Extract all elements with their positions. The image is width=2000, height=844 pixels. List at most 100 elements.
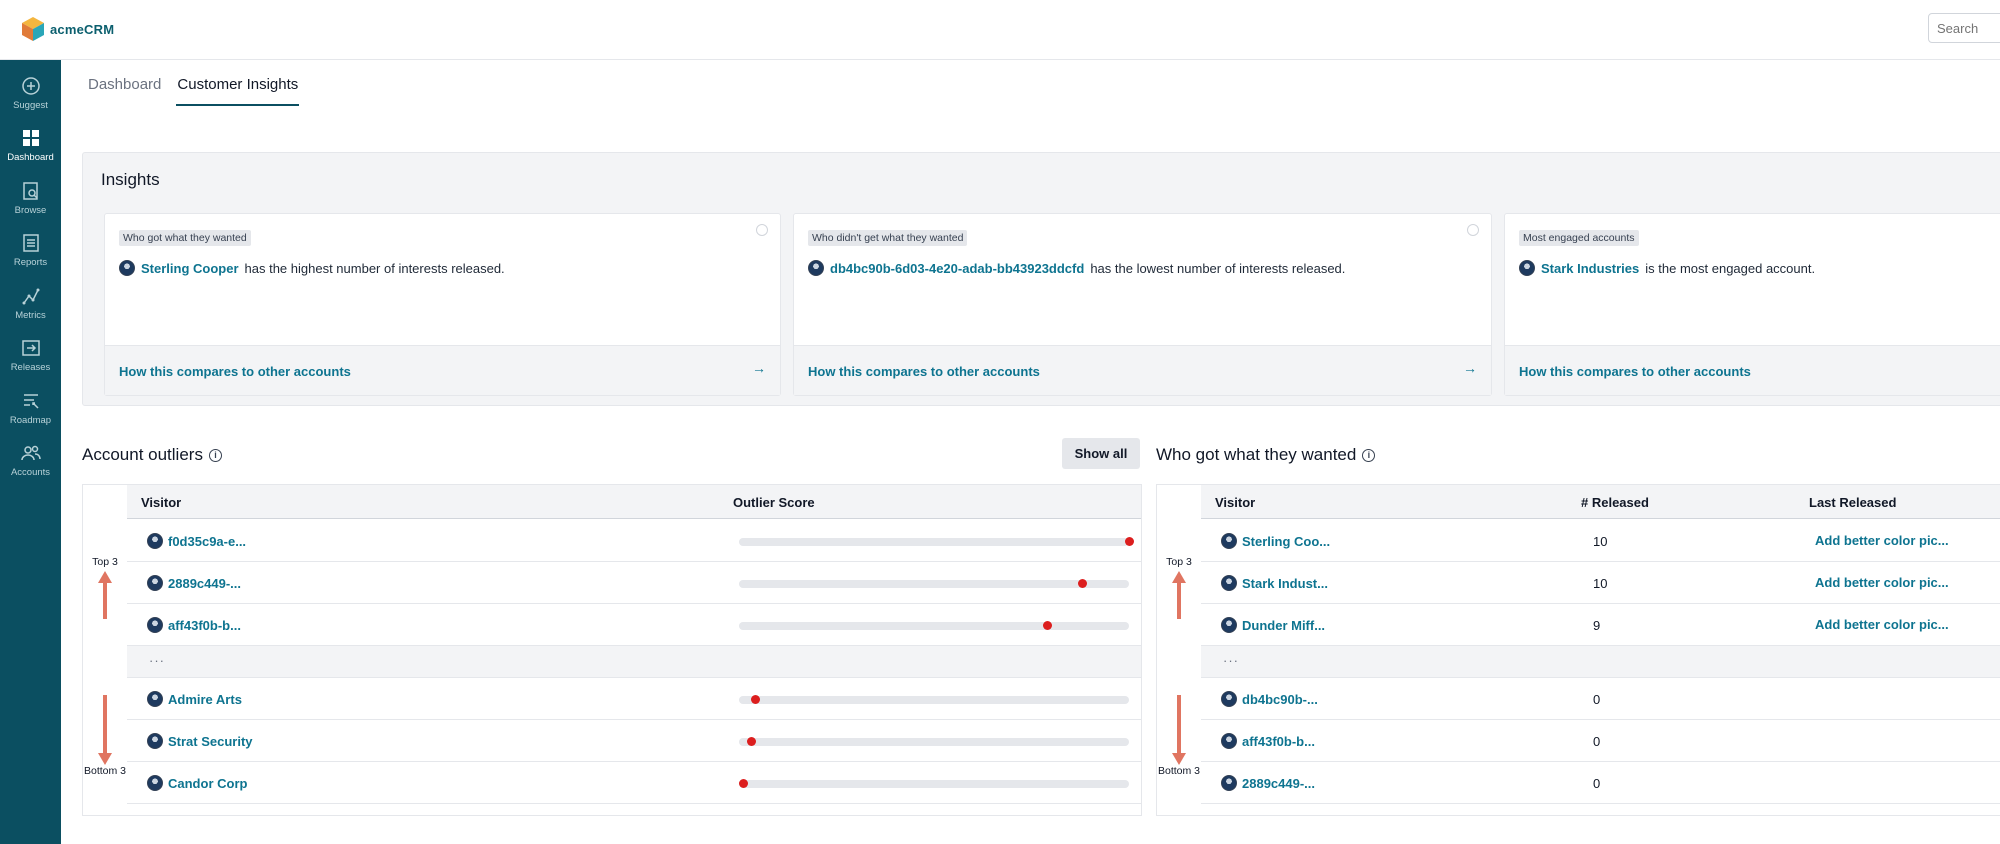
tab-bar: Dashboard Customer Insights: [87, 76, 300, 106]
outliers-table: Top 3 Bottom 3 Visitor Outlier Score f0d…: [82, 484, 1142, 816]
visitor-link[interactable]: 2889c449-...: [1221, 775, 1315, 791]
visitor-name[interactable]: f0d35c9a-e...: [168, 534, 246, 549]
table-row[interactable]: Admire Arts: [127, 678, 1141, 720]
card-footer[interactable]: How this compares to other accounts: [1505, 345, 2000, 395]
search-input[interactable]: [1928, 13, 2000, 43]
visitor-name[interactable]: Stark Indust...: [1242, 576, 1328, 591]
card-tag: Most engaged accounts: [1519, 230, 1639, 246]
visitor-name[interactable]: Candor Corp: [168, 776, 247, 791]
account-link[interactable]: db4bc90b-6d03-4e20-adab-bb43923ddcfd: [830, 261, 1084, 276]
top-label: Top 3: [92, 556, 118, 568]
grid-icon: [22, 130, 39, 146]
visitor-name[interactable]: 2889c449-...: [1242, 776, 1315, 791]
sidebar-item-label: Dashboard: [7, 152, 54, 163]
info-icon[interactable]: i: [208, 448, 222, 462]
visitor-link[interactable]: Strat Security: [147, 733, 253, 749]
col-outlier-score[interactable]: Outlier Score: [733, 495, 815, 510]
visitor-name[interactable]: Sterling Coo...: [1242, 534, 1330, 549]
released-count: 0: [1593, 776, 1601, 791]
sidebar-item-reports[interactable]: Reports: [0, 233, 61, 285]
outlier-score-dot: [1125, 537, 1134, 546]
last-released-link[interactable]: Add better color pic...: [1815, 617, 1949, 632]
table-row[interactable]: db4bc90b-... 0: [1201, 678, 2000, 720]
avatar: [147, 691, 163, 707]
reports-icon: [22, 234, 39, 252]
visitor-link[interactable]: 2889c449-...: [147, 575, 241, 591]
insight-card: Who didn't get what they wanted db4bc90b…: [793, 213, 1492, 396]
tab-customer-insights[interactable]: Customer Insights: [176, 76, 300, 106]
sidebar-item-metrics[interactable]: Metrics: [0, 286, 61, 338]
col-last-released[interactable]: Last Released: [1809, 495, 1896, 510]
avatar: [1221, 575, 1237, 591]
visitor-link[interactable]: Dunder Miff...: [1221, 617, 1325, 633]
sidebar-item-suggest[interactable]: Suggest: [0, 76, 61, 128]
table-row[interactable]: aff43f0b-b... 0: [1201, 720, 2000, 762]
visitor-link[interactable]: f0d35c9a-e...: [147, 533, 246, 549]
sidebar-item-accounts[interactable]: Accounts: [0, 443, 61, 495]
visitor-link[interactable]: aff43f0b-b...: [1221, 733, 1315, 749]
visitor-name[interactable]: db4bc90b-...: [1242, 692, 1318, 707]
col-released[interactable]: # Released: [1581, 495, 1649, 510]
table-row[interactable]: Candor Corp: [127, 762, 1141, 804]
visitor-link[interactable]: aff43f0b-b...: [147, 617, 241, 633]
who-got-heading: Who got what they wanted i: [1156, 445, 1376, 465]
account-link[interactable]: Stark Industries: [1541, 261, 1639, 276]
compare-link[interactable]: How this compares to other accounts: [1519, 364, 1751, 379]
table-row[interactable]: 2889c449-...: [127, 562, 1141, 604]
visitor-link[interactable]: Candor Corp: [147, 775, 247, 791]
table-row[interactable]: Sterling Coo... 10 Add better color pic...: [1201, 520, 2000, 562]
table-row[interactable]: Stark Indust... 10 Add better color pic...: [1201, 562, 2000, 604]
ellipsis-icon: ···: [149, 653, 165, 668]
visitor-link[interactable]: db4bc90b-...: [1221, 691, 1318, 707]
card-footer[interactable]: How this compares to other accounts →: [105, 345, 780, 395]
account-link[interactable]: Sterling Cooper: [141, 261, 239, 276]
last-released-link[interactable]: Add better color pic...: [1815, 575, 1949, 590]
tab-dashboard[interactable]: Dashboard: [87, 76, 162, 106]
avatar: [119, 260, 135, 276]
compare-link[interactable]: How this compares to other accounts: [808, 364, 1040, 379]
sidebar-item-roadmap[interactable]: Roadmap: [0, 391, 61, 443]
outlier-score-dot: [738, 779, 748, 788]
visitor-name[interactable]: 2889c449-...: [168, 576, 241, 591]
app-logo[interactable]: acmeCRM: [20, 15, 114, 43]
wanted-table: Top 3 Bottom 3 Visitor # Released Last R…: [1156, 484, 2000, 816]
dismiss-icon[interactable]: [1467, 224, 1479, 236]
table-row[interactable]: Dunder Miff... 9 Add better color pic...: [1201, 604, 2000, 646]
roadmap-icon: [23, 394, 39, 409]
bottom-label: Bottom 3: [83, 765, 127, 777]
sidebar-item-dashboard[interactable]: Dashboard: [0, 128, 61, 180]
visitor-link[interactable]: Sterling Coo...: [1221, 533, 1330, 549]
dismiss-icon[interactable]: [756, 224, 768, 236]
visitor-name[interactable]: Strat Security: [168, 734, 253, 749]
rank-column: Top 3 Bottom 3: [83, 485, 127, 815]
visitor-link[interactable]: Admire Arts: [147, 691, 242, 707]
avatar: [147, 533, 163, 549]
table-row[interactable]: 2889c449-... 0: [1201, 762, 2000, 804]
visitor-link[interactable]: Stark Indust...: [1221, 575, 1328, 591]
insight-card: Most engaged accounts Stark Industries i…: [1504, 213, 2000, 396]
visitor-name[interactable]: aff43f0b-b...: [1242, 734, 1315, 749]
sidebar-item-browse[interactable]: Browse: [0, 181, 61, 233]
table-row[interactable]: Strat Security: [127, 720, 1141, 762]
sidebar-item-label: Accounts: [10, 467, 51, 478]
avatar: [1221, 617, 1237, 633]
visitor-name[interactable]: aff43f0b-b...: [168, 618, 241, 633]
info-icon[interactable]: i: [1362, 448, 1376, 462]
card-text: has the lowest number of interests relea…: [1090, 260, 1346, 276]
show-all-button[interactable]: Show all: [1062, 438, 1140, 469]
account-outliers-heading: Account outliers i: [82, 445, 222, 465]
visitor-name[interactable]: Dunder Miff...: [1242, 618, 1325, 633]
card-text: is the most engaged account.: [1645, 260, 1816, 276]
sidebar-item-releases[interactable]: Releases: [0, 338, 61, 390]
col-visitor[interactable]: Visitor: [1215, 495, 1255, 510]
outlier-score-bar: [738, 779, 1129, 788]
visitor-name[interactable]: Admire Arts: [168, 692, 242, 707]
card-body: Stark Industries is the most engaged acc…: [1519, 260, 1815, 276]
col-visitor[interactable]: Visitor: [141, 495, 181, 510]
last-released-link[interactable]: Add better color pic...: [1815, 533, 1949, 548]
top-label: Top 3: [1166, 556, 1192, 568]
compare-link[interactable]: How this compares to other accounts: [119, 364, 351, 379]
table-row[interactable]: aff43f0b-b...: [127, 604, 1141, 646]
table-row[interactable]: f0d35c9a-e...: [127, 520, 1141, 562]
card-footer[interactable]: How this compares to other accounts →: [794, 345, 1491, 395]
